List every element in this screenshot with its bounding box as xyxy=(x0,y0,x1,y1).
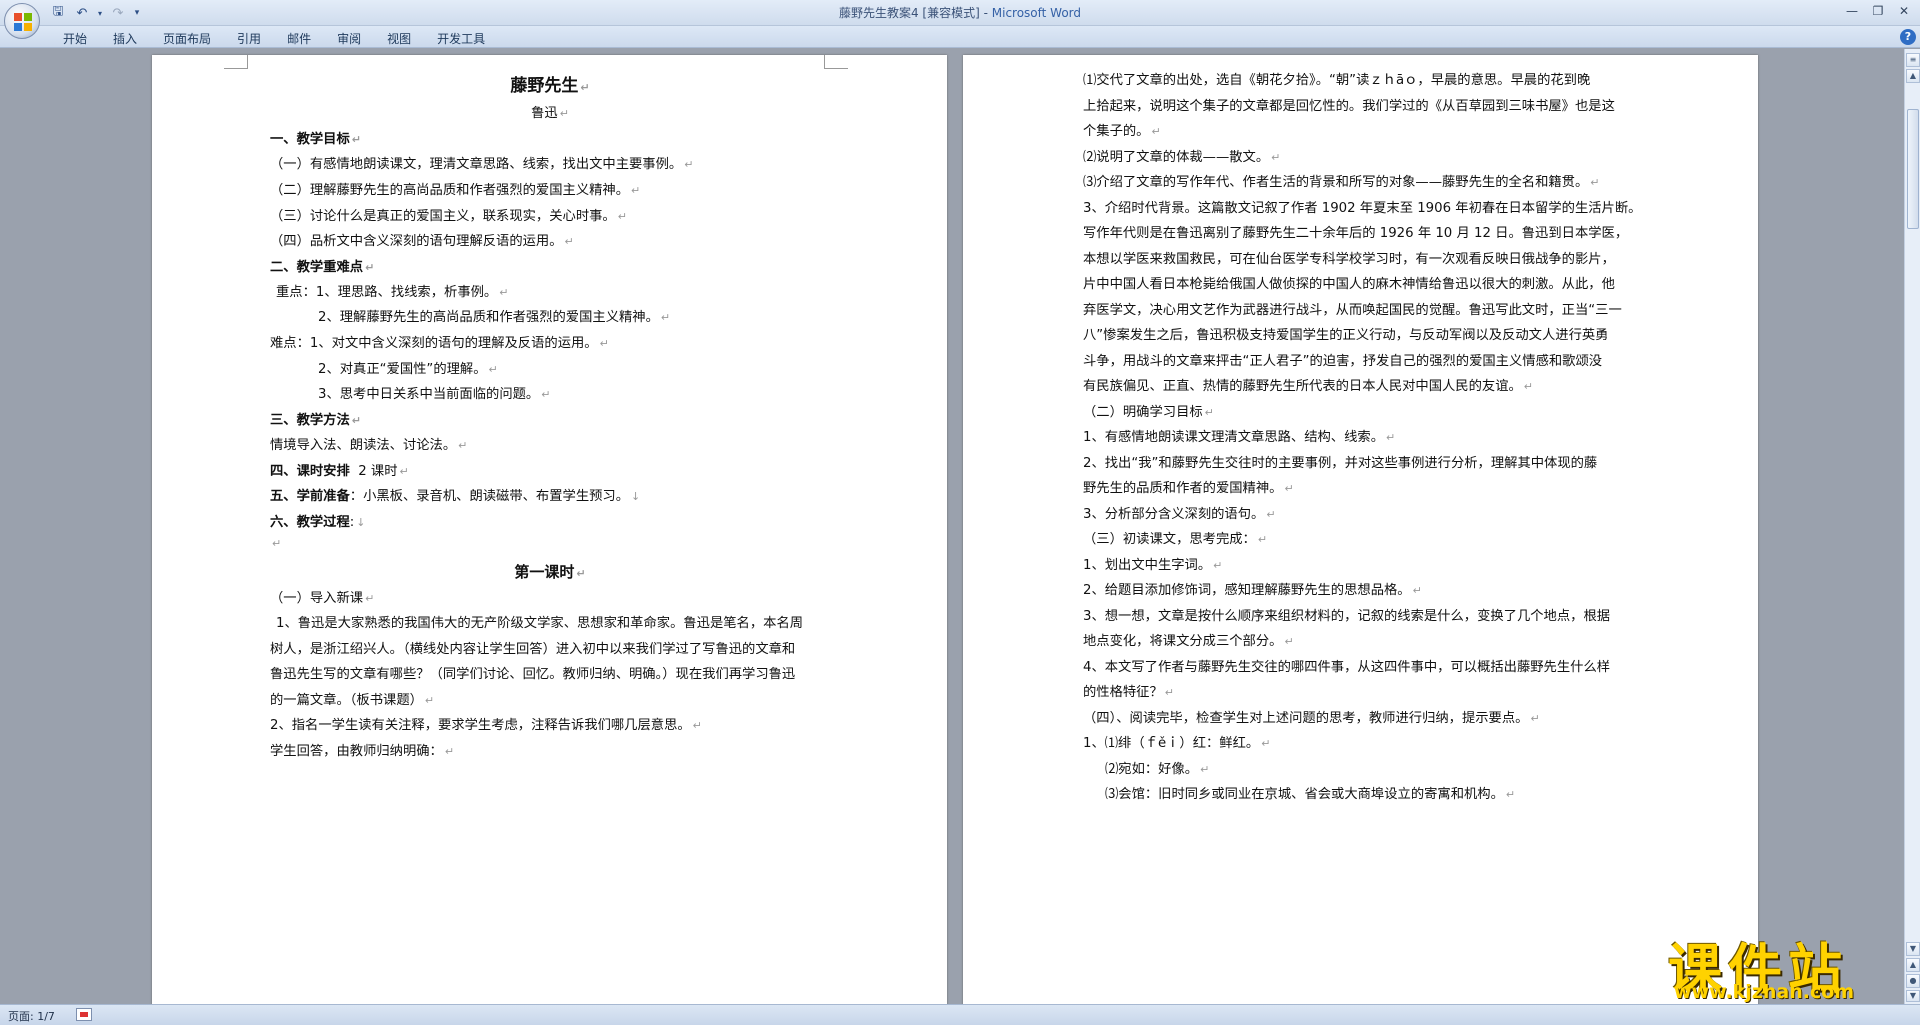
ribbon-tab-bar: 开始 插入 页面布局 引用 邮件 审阅 视图 开发工具 ? xyxy=(0,26,1920,48)
title-separator: - xyxy=(979,6,992,20)
paragraph-line: 的一篇文章。（板书课题） ↵ xyxy=(270,693,435,708)
title-bar: 🖫 ↶ ▾ ↷ ▾ 藤野先生教案4 [兼容模式] - Microsoft Wor… xyxy=(0,0,1920,26)
document-page-2[interactable]: ⑴交代了文章的出处，选自《朝花夕拾》。“朝”读ｚｈāｏ，早晨的意思。早晨的花到晚… xyxy=(963,55,1758,1004)
office-logo-icon xyxy=(14,13,32,31)
paragraph-line: 地点变化，将课文分成三个部分。 ↵ xyxy=(1083,634,1294,649)
paragraph-line: 情境导入法、朗读法、讨论法。 ↵ xyxy=(270,438,468,453)
paragraph-line: 弃医学文，决心用文艺作为武器进行战斗，从而唤起国民的觉醒。鲁迅写此文时，正当“三… xyxy=(1083,303,1622,318)
paragraph-line: 2、指名一学生读有关注释，要求学生考虑，注释告诉我们哪几层意思。 ↵ xyxy=(270,718,702,733)
tab-review[interactable]: 审阅 xyxy=(324,28,374,49)
paragraph-line: 3、想一想，文章是按什么顺序来组织材料的，记叙的线索是什么，变换了几个地点，根据 xyxy=(1083,609,1611,624)
app-name: Microsoft Word xyxy=(991,6,1082,20)
close-button[interactable]: ✕ xyxy=(1892,1,1916,21)
select-browse-object-button[interactable]: ● xyxy=(1906,974,1920,988)
paragraph-line: 八”惨案发生之后，鲁迅积极支持爱国学生的正义行动，与反动军阀以及反动文人进行英勇 xyxy=(1083,328,1609,343)
paragraph-line: 1、⑴绯（ｆěｉ）红：鲜红。 ↵ xyxy=(1083,736,1271,751)
paragraph-line: 上拾起来，说明这个集子的文章都是回忆性的。我们学过的《从百草园到三味书屋》也是这 xyxy=(1083,99,1615,114)
section-heading: （三）初读课文，思考完成： ↵ xyxy=(1083,532,1268,547)
paragraph-line: 4、本文写了作者与藤野先生交往的哪四件事，从这四件事中，可以概括出藤野先生什么样 xyxy=(1083,660,1611,675)
scroll-down-button[interactable]: ▼ xyxy=(1906,942,1920,956)
tab-view[interactable]: 视图 xyxy=(374,28,424,49)
paragraph-line: 四、课时安排 2 课时 ↵ xyxy=(270,464,409,479)
paragraph-line: 片中中国人看日本枪毙给俄国人做侦探的中国人的麻木神情给鲁迅以很大的刺激。从此，他 xyxy=(1083,277,1615,292)
ruler-toggle-icon[interactable]: ≡ xyxy=(1906,53,1920,67)
site-watermark-logo: 课件站 www.kjzhan.com xyxy=(1668,925,1904,1003)
paragraph-line: 本想以学医来救国救民，可在仙台医学专科学校学习时，有一次观看反映日俄战争的影片， xyxy=(1083,252,1615,267)
paragraph-line: 学生回答，由教师归纳明确： ↵ xyxy=(270,744,455,759)
crop-mark xyxy=(224,55,248,69)
paragraph-line: 2、对真正“爱国性”的理解。 ↵ xyxy=(318,362,498,377)
paragraph-line: （一）有感情地朗读课文，理清文章思路、线索，找出文中主要事例。 ↵ xyxy=(270,157,694,172)
paragraph-line: 难点：1、对文中含义深刻的语句的理解及反语的运用。 ↵ xyxy=(270,336,609,351)
paragraph-line: 2、给题目添加修饰词，感知理解藤野先生的思想品格。 ↵ xyxy=(1083,583,1422,598)
paragraph-line: ⑵宛如：好像。 ↵ xyxy=(1105,762,1210,777)
paragraph-line: 的性格特征？ ↵ xyxy=(1083,685,1174,700)
previous-page-button[interactable]: ▲ xyxy=(1906,958,1920,972)
tab-developer[interactable]: 开发工具 xyxy=(424,28,498,49)
restore-button[interactable]: ❐ xyxy=(1866,1,1890,21)
window-controls: — ❐ ✕ xyxy=(1840,1,1916,21)
lesson-heading: 第一课时 ↵ xyxy=(514,563,586,581)
tab-page-layout[interactable]: 页面布局 xyxy=(150,28,224,49)
document-page-1[interactable]: 藤野先生 ↵ 鲁迅 ↵ 一、教学目标 ↵ （一）有感情地朗读课文，理清文章思路、线索，… xyxy=(152,55,947,1004)
tab-home[interactable]: 开始 xyxy=(50,28,100,49)
paragraph-line: 个集子的。 ↵ xyxy=(1083,124,1161,139)
help-icon[interactable]: ? xyxy=(1900,29,1916,45)
crop-mark xyxy=(824,55,848,69)
scroll-up-button[interactable]: ▲ xyxy=(1906,69,1920,83)
next-page-button[interactable]: ▼ xyxy=(1906,990,1920,1002)
section-heading: 三、教学方法 ↵ xyxy=(270,413,361,428)
section-heading: （四）、阅读完毕，检查学生对上述问题的思考，教师进行归纳，提示要点。 ↵ xyxy=(1083,711,1540,726)
watermark-url: www.kjzhan.com xyxy=(1674,981,1855,1003)
paragraph-line: 1、划出文中生字词。 ↵ xyxy=(1083,558,1223,573)
document-title-heading: 藤野先生 ↵ xyxy=(510,76,590,96)
tab-mailings[interactable]: 邮件 xyxy=(274,28,324,49)
scroll-thumb[interactable] xyxy=(1907,109,1919,229)
paragraph-line: ⑴交代了文章的出处，选自《朝花夕拾》。“朝”读ｚｈāｏ，早晨的意思。早晨的花到晚 xyxy=(1083,73,1591,88)
paragraph-line: 1、有感情地朗读课文理清文章思路、结构、线索。 ↵ xyxy=(1083,430,1396,445)
tab-references[interactable]: 引用 xyxy=(224,28,274,49)
paragraph-line: ⑶会馆：旧时同乡或同业在京城、省会或大商埠设立的寄寓和机构。 ↵ xyxy=(1105,787,1516,802)
tab-insert[interactable]: 插入 xyxy=(100,28,150,49)
paragraph-line: 3、介绍时代背景。这篇散文记叙了作者 1902 年夏末至 1906 年初春在日本… xyxy=(1083,201,1642,216)
document-title: 藤野先生教案4 [兼容模式] xyxy=(838,6,980,20)
section-heading: 二、教学重难点 ↵ xyxy=(270,260,375,275)
paragraph-line: 重点：1、理思路、找线索，析事例。 ↵ xyxy=(276,285,509,300)
paragraph-line: 2、理解藤野先生的高尚品质和作者强烈的爱国主义精神。 ↵ xyxy=(318,310,671,325)
paragraph-line: 树人，是浙江绍兴人。（横线处内容让学生回答）进入初中以来我们学过了写鲁迅的文章和 xyxy=(270,642,796,657)
paragraph-line: ⑶介绍了文章的写作年代、作者生活的背景和所写的对象——藤野先生的全名和籍贯。 ↵ xyxy=(1083,175,1600,190)
paragraph-line: 1、鲁迅是大家熟悉的我国伟大的无产阶级文学家、思想家和革命家。鲁迅是笔名，本名周 xyxy=(276,616,804,631)
paragraph-line: （四）品析文中含义深刻的语句理解反语的运用。 ↵ xyxy=(270,234,574,249)
paragraph-line: 野先生的品质和作者的爱国精神。 ↵ xyxy=(1083,481,1294,496)
paragraph-line: ⑵说明了文章的体裁——散文。 ↵ xyxy=(1083,150,1281,165)
minimize-button[interactable]: — xyxy=(1840,1,1864,21)
paragraph-line: 写作年代则是在鲁迅离别了藤野先生二十余年后的 1926 年 10 月 12 日。… xyxy=(1083,226,1629,241)
paragraph-line: 有民族偏见、正直、热情的藤野先生所代表的日本人民对中国人民的友谊。 ↵ xyxy=(1083,379,1534,394)
paragraph-line: 3、分析部分含义深刻的语句。 ↵ xyxy=(1083,507,1276,522)
document-workspace: 藤野先生 ↵ 鲁迅 ↵ 一、教学目标 ↵ （一）有感情地朗读课文，理清文章思路、线索，… xyxy=(0,49,1904,1004)
paragraph-line: 六、教学过程: ↓ xyxy=(270,515,366,530)
paragraph-line: （一）导入新课 ↵ xyxy=(270,591,375,606)
macro-record-icon[interactable] xyxy=(76,1008,92,1021)
paragraph-line: 鲁迅先生写的文章有哪些？（同学们讨论、回忆。教师归纳、明确。）现在我们再学习鲁迅 xyxy=(270,667,796,682)
vertical-scrollbar[interactable]: ≡ ▲ ▼ ▲ ● ▼ xyxy=(1904,49,1920,1004)
window-title: 藤野先生教案4 [兼容模式] - Microsoft Word xyxy=(0,4,1920,21)
section-heading: （二）明确学习目标 ↵ xyxy=(1083,405,1214,420)
status-bar: 页面: 1/7 xyxy=(0,1004,1920,1025)
page-count-status[interactable]: 页面: 1/7 xyxy=(8,1008,55,1024)
paragraph-line: （二）理解藤野先生的高尚品质和作者强烈的爱国主义精神。 ↵ xyxy=(270,183,641,198)
paragraph-line: 3、思考中日关系中当前面临的问题。 ↵ xyxy=(318,387,551,402)
paragraph-line: 斗争，用战斗的文章来抨击“正人君子”的迫害，抒发自己的强烈的爱国主义情感和歌颂没 xyxy=(1083,354,1603,369)
paragraph-line: 五、学前准备：小黑板、录音机、朗读磁带、布置学生预习。 ↓ xyxy=(270,489,641,504)
paragraph-line: （三）讨论什么是真正的爱国主义，联系现实，关心时事。 ↵ xyxy=(270,209,627,224)
office-button[interactable] xyxy=(4,3,40,39)
paragraph-line: 2、找出“我”和藤野先生交往时的主要事例，并对这些事例进行分析，理解其中体现的藤 xyxy=(1083,456,1598,471)
section-heading: 一、教学目标 ↵ xyxy=(270,132,361,147)
empty-paragraph: ↵ xyxy=(272,537,282,550)
author-line: 鲁迅 ↵ xyxy=(531,106,569,121)
